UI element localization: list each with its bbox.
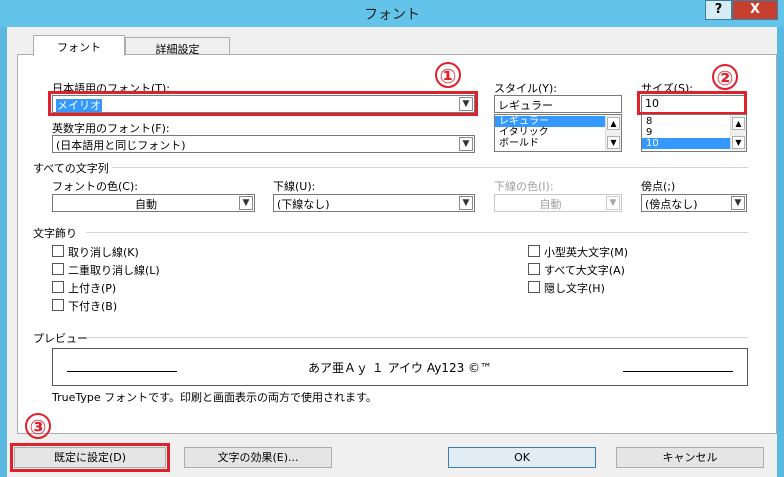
double-strikethrough-checkbox[interactable]	[52, 263, 64, 275]
strikethrough-label[interactable]: 取り消し線(K)	[68, 244, 139, 260]
marker-2: ②	[712, 64, 738, 90]
preview-baseline-right	[623, 371, 733, 372]
scroll-up-icon[interactable]: ▲	[732, 117, 745, 130]
highlight-box-1	[48, 91, 478, 116]
superscript-label[interactable]: 上付き(P)	[68, 280, 116, 296]
underline-label: 下線(U):	[273, 180, 316, 193]
small-caps-label[interactable]: 小型英大文字(M)	[544, 244, 628, 260]
scroll-up-icon[interactable]: ▲	[607, 117, 620, 130]
style-input[interactable]: レギュラー	[494, 95, 622, 113]
double-strikethrough-label[interactable]: 二重取り消し線(L)	[68, 262, 160, 278]
emphasis-label: 傍点(;)	[641, 180, 676, 193]
scroll-down-icon[interactable]: ▼	[732, 136, 745, 149]
font-color-combo[interactable]: 自動 ▼	[52, 194, 255, 212]
style-label: スタイル(Y):	[494, 82, 558, 95]
window-title: フォント	[364, 7, 420, 23]
style-option[interactable]: イタリック	[495, 127, 621, 138]
help-button[interactable]: ?	[705, 0, 732, 20]
en-font-label: 英数字用のフォント(F):	[52, 122, 170, 135]
highlight-box-2	[637, 91, 747, 115]
style-option[interactable]: ボールド	[495, 138, 621, 149]
all-text-heading: すべての文字列	[33, 162, 109, 175]
text-effects-button[interactable]: 文字の効果(E)...	[184, 447, 332, 468]
subscript-checkbox[interactable]	[52, 299, 64, 311]
chevron-down-icon[interactable]: ▼	[731, 196, 745, 210]
font-color-label: フォントの色(C):	[52, 180, 138, 193]
en-font-value: (日本語用と同じフォント)	[56, 139, 186, 152]
cancel-button[interactable]: キャンセル	[616, 447, 764, 468]
chevron-down-icon[interactable]: ▼	[239, 196, 253, 210]
superscript-checkbox[interactable]	[52, 281, 64, 293]
chevron-down-icon[interactable]: ▼	[459, 137, 473, 151]
strikethrough-checkbox[interactable]	[52, 245, 64, 257]
size-listbox[interactable]: 8 9 10 ▲ ▼	[641, 114, 747, 152]
effects-heading: 文字飾り	[33, 227, 77, 240]
style-option[interactable]: レギュラー	[495, 116, 621, 127]
all-caps-checkbox[interactable]	[528, 263, 540, 275]
ok-button[interactable]: OK	[448, 447, 596, 468]
scrollbar[interactable]: ▲ ▼	[605, 115, 621, 151]
emphasis-value: (傍点なし)	[645, 198, 698, 211]
chevron-down-icon: ▼	[606, 196, 620, 210]
underline-color-value: 自動	[539, 198, 562, 211]
small-caps-checkbox[interactable]	[528, 245, 540, 257]
marker-3: ③	[25, 413, 51, 439]
preview-heading: プレビュー	[33, 332, 88, 345]
scrollbar[interactable]: ▲ ▼	[730, 115, 746, 151]
font-color-value: 自動	[135, 198, 157, 211]
highlight-box-3	[10, 443, 170, 472]
hidden-checkbox[interactable]	[528, 281, 540, 293]
subscript-label[interactable]: 下付き(B)	[68, 298, 117, 314]
close-button[interactable]: X	[732, 0, 778, 20]
underline-value: (下線なし)	[277, 198, 330, 211]
en-font-combo[interactable]: (日本語用と同じフォント) ▼	[52, 135, 475, 153]
section-divider	[86, 337, 748, 338]
underline-combo[interactable]: (下線なし) ▼	[273, 194, 475, 212]
section-divider	[86, 232, 748, 233]
underline-color-combo: 自動 ▼	[494, 194, 622, 212]
hidden-label[interactable]: 隠し文字(H)	[544, 280, 605, 296]
preview-note: TrueType フォントです。印刷と画面表示の両方で使用されます。	[52, 391, 377, 404]
chevron-down-icon[interactable]: ▼	[459, 196, 473, 210]
scroll-down-icon[interactable]: ▼	[607, 136, 620, 149]
emphasis-combo[interactable]: (傍点なし) ▼	[641, 194, 747, 212]
all-caps-label[interactable]: すべて大文字(A)	[544, 262, 625, 278]
preview-sample: あア亜Ａｙ １ アイウ Ay123 ©™	[307, 361, 493, 375]
tab-advanced[interactable]: 詳細設定	[125, 37, 230, 56]
preview-box: あア亜Ａｙ １ アイウ Ay123 ©™	[52, 348, 748, 386]
underline-color-label: 下線の色(I):	[494, 180, 554, 193]
section-divider	[112, 167, 748, 168]
tab-font[interactable]: フォント	[33, 35, 125, 56]
style-listbox[interactable]: レギュラー イタリック ボールド ▲ ▼	[494, 114, 622, 152]
marker-1: ①	[435, 62, 461, 88]
